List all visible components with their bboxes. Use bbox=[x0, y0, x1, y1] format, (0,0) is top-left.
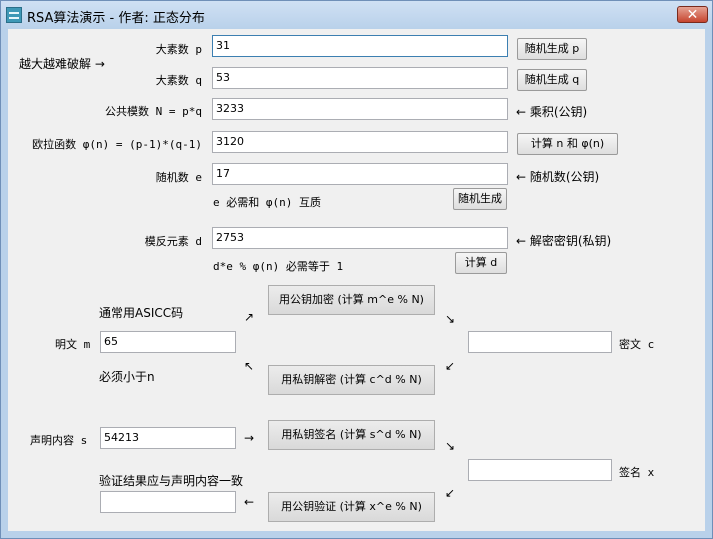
less-than-n-hint: 必须小于n bbox=[99, 370, 155, 384]
n-input[interactable]: 3233 bbox=[212, 98, 508, 120]
random-e-button[interactable]: 随机生成 bbox=[453, 188, 507, 210]
sign-button[interactable]: 用私钥签名 (计算 s^d % N) bbox=[268, 420, 435, 450]
statement-label: 声明内容 s bbox=[30, 434, 88, 447]
arrow-down-right: ↘ bbox=[445, 312, 456, 326]
p-input[interactable]: 31 bbox=[212, 35, 508, 57]
n-note: ← 乘积(公钥) bbox=[516, 105, 588, 119]
signature-label: 签名 x bbox=[619, 466, 655, 479]
verify-button[interactable]: 用公钥验证 (计算 x^e % N) bbox=[268, 492, 435, 522]
decrypt-button[interactable]: 用私钥解密 (计算 c^d % N) bbox=[268, 365, 435, 395]
compute-d-button[interactable]: 计算 d bbox=[455, 252, 507, 274]
phi-input[interactable]: 3120 bbox=[212, 131, 508, 153]
ascii-hint: 通常用ASICC码 bbox=[99, 306, 184, 320]
window-title: RSA算法演示 - 作者: 正态分布 bbox=[27, 11, 205, 26]
arrow-down-left-verify: ↙ bbox=[445, 486, 456, 500]
compute-n-phi-button[interactable]: 计算 n 和 φ(n) bbox=[517, 133, 618, 155]
e-label: 随机数 e bbox=[155, 171, 202, 184]
plaintext-input[interactable]: 65 bbox=[100, 331, 236, 353]
ciphertext-label: 密文 c bbox=[619, 338, 655, 351]
arrow-down-left: ↙ bbox=[445, 359, 456, 373]
n-label: 公共模数 N = p*q bbox=[105, 105, 202, 118]
q-label: 大素数 q bbox=[155, 74, 202, 87]
client-area: 越大越难破解 → 大素数 p 31 随机生成 p 大素数 q 53 随机生成 q… bbox=[8, 29, 705, 531]
plaintext-label: 明文 m bbox=[55, 338, 91, 351]
encrypt-button[interactable]: 用公钥加密 (计算 m^e % N) bbox=[268, 285, 435, 315]
app-window: RSA算法演示 - 作者: 正态分布 ✕ 越大越难破解 → 大素数 p 31 随… bbox=[0, 0, 713, 539]
arrow-up-right: ↗ bbox=[244, 310, 255, 324]
close-button[interactable]: ✕ bbox=[677, 6, 708, 23]
arrow-up-left: ↖ bbox=[244, 359, 255, 373]
arrow-down-right-sign: ↘ bbox=[445, 439, 456, 453]
p-label: 大素数 p bbox=[155, 43, 202, 56]
d-input[interactable]: 2753 bbox=[212, 227, 508, 249]
verify-result-input[interactable] bbox=[100, 491, 236, 513]
verify-hint: 验证结果应与声明内容一致 bbox=[99, 474, 244, 488]
ciphertext-input[interactable] bbox=[468, 331, 612, 353]
harder-to-break-hint: 越大越难破解 → bbox=[19, 57, 105, 71]
e-note: ← 随机数(公钥) bbox=[516, 170, 600, 184]
statement-input[interactable]: 54213 bbox=[100, 427, 236, 449]
d-condition-hint: d*e % φ(n) 必需等于 1 bbox=[213, 260, 344, 273]
q-input[interactable]: 53 bbox=[212, 67, 508, 89]
d-note: ← 解密密钥(私钥) bbox=[516, 234, 612, 248]
random-p-button[interactable]: 随机生成 p bbox=[517, 38, 587, 60]
title-bar[interactable]: RSA算法演示 - 作者: 正态分布 ✕ bbox=[1, 1, 712, 29]
phi-label: 欧拉函数 φ(n) = (p-1)*(q-1) bbox=[32, 138, 202, 151]
e-coprime-hint: e 必需和 φ(n) 互质 bbox=[213, 196, 321, 209]
random-q-button[interactable]: 随机生成 q bbox=[517, 69, 587, 91]
signature-input[interactable] bbox=[468, 459, 612, 481]
app-icon bbox=[6, 7, 22, 23]
e-input[interactable]: 17 bbox=[212, 163, 508, 185]
d-label: 模反元素 d bbox=[144, 235, 202, 248]
arrow-right: → bbox=[244, 431, 255, 445]
arrow-left: ← bbox=[244, 495, 255, 509]
